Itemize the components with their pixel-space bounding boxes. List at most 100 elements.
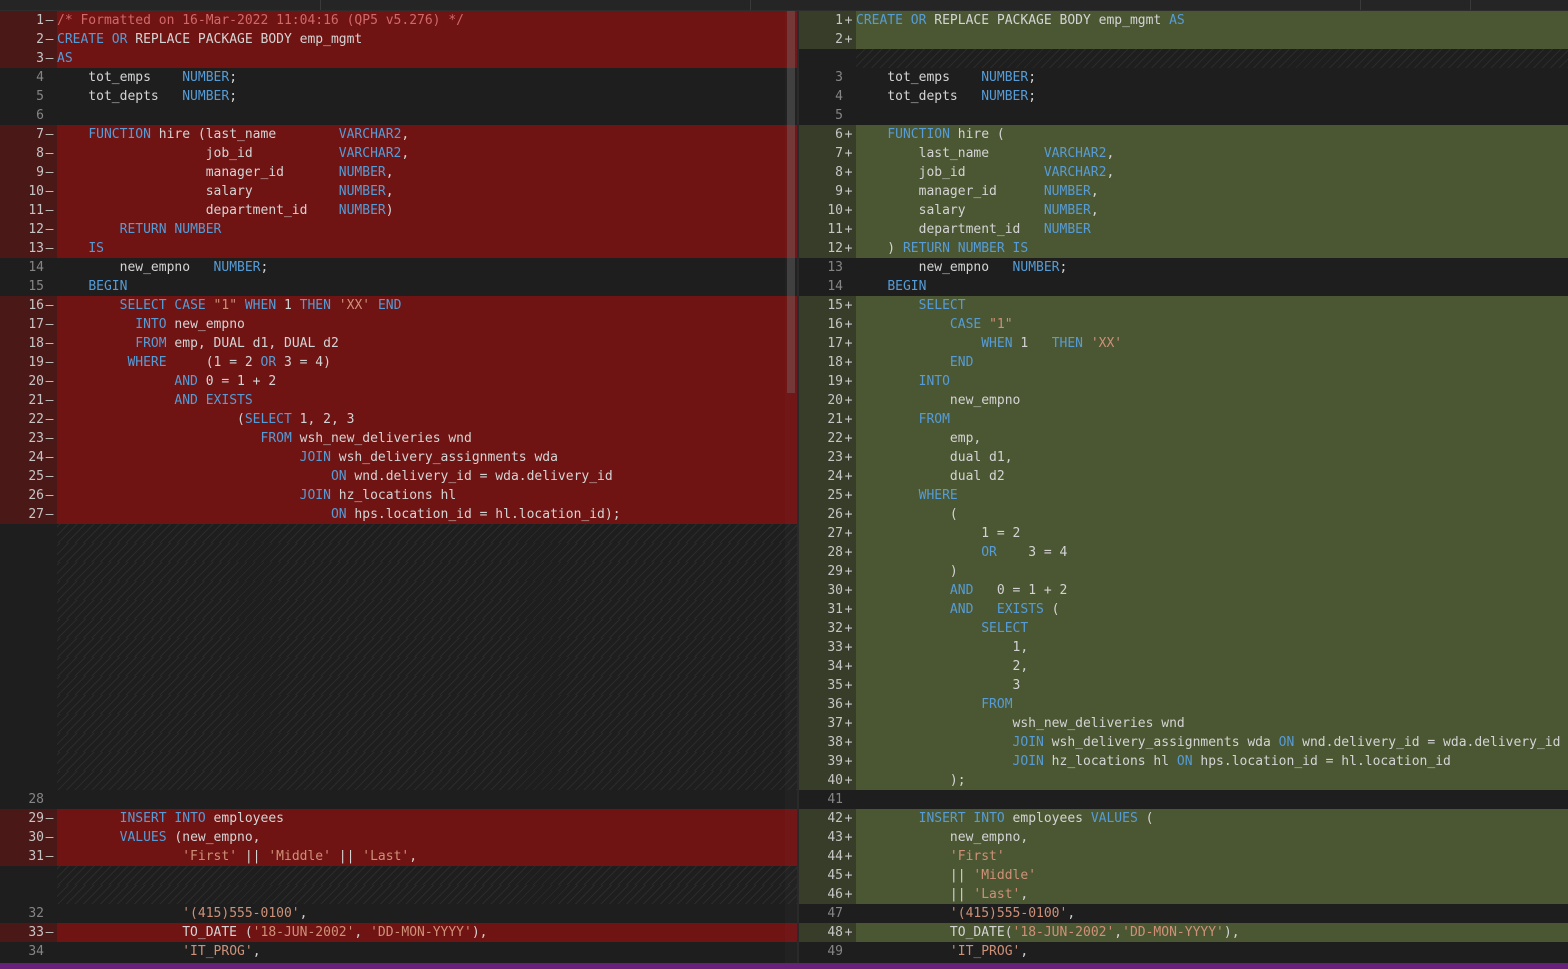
code-line[interactable]: 18 + END	[799, 353, 1568, 372]
code-line[interactable]: 14 new_empno NUMBER;	[0, 258, 797, 277]
code-line[interactable]: 35 + 3	[799, 676, 1568, 695]
code-line[interactable]: 32 '(415)555-0100',	[0, 904, 797, 923]
line-number: 17	[827, 336, 843, 351]
code-line[interactable]: 19— WHERE (1 = 2 OR 3 = 4)	[0, 353, 797, 372]
code-line[interactable]: 31— 'First' || 'Middle' || 'Last',	[0, 847, 797, 866]
code-line[interactable]: 39 + JOIN hz_locations hl ON hps.location…	[799, 752, 1568, 771]
code-line[interactable]: 7— FUNCTION hire (last_name VARCHAR2,	[0, 125, 797, 144]
line-number: 3	[36, 51, 44, 66]
code-line[interactable]: 21 + FROM	[799, 410, 1568, 429]
code-line[interactable]: 4 tot_depts NUMBER;	[799, 87, 1568, 106]
code-line[interactable]: 45 + || 'Middle'	[799, 866, 1568, 885]
code-line[interactable]: 40 + );	[799, 771, 1568, 790]
line-number: 26	[28, 488, 44, 503]
code-line[interactable]: 48 + TO_DATE('18-JUN-2002','DD-MON-YYYY')…	[799, 923, 1568, 942]
code-line[interactable]: 42 + INSERT INTO employees VALUES (	[799, 809, 1568, 828]
code-line[interactable]: 13— IS	[0, 239, 797, 258]
code-line[interactable]: 29— INSERT INTO employees	[0, 809, 797, 828]
code-line[interactable]: 47 '(415)555-0100',	[799, 904, 1568, 923]
code-line[interactable]: 27 + 1 = 2	[799, 524, 1568, 543]
tab-left-file-2[interactable]	[320, 0, 751, 10]
code-line[interactable]: 10— salary NUMBER,	[0, 182, 797, 201]
code-line[interactable]: 23 + dual d1,	[799, 448, 1568, 467]
code-line[interactable]: 25 + WHERE	[799, 486, 1568, 505]
code-line[interactable]: 17 + WHEN 1 THEN 'XX'	[799, 334, 1568, 353]
code-line[interactable]: 10 + salary NUMBER,	[799, 201, 1568, 220]
added-marker: +	[844, 526, 853, 541]
code-token: wsh_new_deliveries wnd	[291, 431, 472, 446]
code-line[interactable]: 34 'IT_PROG',	[0, 942, 797, 961]
code-line[interactable]: 26— JOIN hz_locations hl	[0, 486, 797, 505]
code-line[interactable]: 19 + INTO	[799, 372, 1568, 391]
code-line[interactable]: 32 + SELECT	[799, 619, 1568, 638]
code-line[interactable]: 1 + CREATE OR REPLACE PACKAGE BODY emp_mgm…	[799, 11, 1568, 30]
code-line[interactable]: 11 + department_id NUMBER	[799, 220, 1568, 239]
code-line[interactable]: 25— ON wnd.delivery_id = wda.delivery_id	[0, 467, 797, 486]
code-line[interactable]: 30— VALUES (new_empno,	[0, 828, 797, 847]
code-line[interactable]: 7 + last_name VARCHAR2,	[799, 144, 1568, 163]
code-line[interactable]: 8 + job_id VARCHAR2,	[799, 163, 1568, 182]
code-line[interactable]: 21— AND EXISTS	[0, 391, 797, 410]
code-line[interactable]: 2 +	[799, 30, 1568, 49]
code-line[interactable]: 23— FROM wsh_new_deliveries wnd	[0, 429, 797, 448]
code-line[interactable]: 49 'IT_PROG',	[799, 942, 1568, 961]
code-line[interactable]: 28	[0, 790, 797, 809]
code-line[interactable]: 1—/* Formatted on 16-Mar-2022 11:04:16 (…	[0, 11, 797, 30]
code-line[interactable]: 44 + 'First'	[799, 847, 1568, 866]
code-line[interactable]: 33 + 1,	[799, 638, 1568, 657]
code-line[interactable]: 26 + (	[799, 505, 1568, 524]
string-token: "1"	[989, 317, 1013, 332]
code-line[interactable]: 24— JOIN wsh_delivery_assignments wda	[0, 448, 797, 467]
code-line[interactable]: 13 new_empno NUMBER;	[799, 258, 1568, 277]
code-line[interactable]: 17— INTO new_empno	[0, 315, 797, 334]
code-line[interactable]: 3 tot_emps NUMBER;	[799, 68, 1568, 87]
code-line[interactable]: 15 + SELECT	[799, 296, 1568, 315]
code-line[interactable]: 28 + OR 3 = 4	[799, 543, 1568, 562]
code-line[interactable]: 36 + FROM	[799, 695, 1568, 714]
code-line[interactable]: 5	[799, 106, 1568, 125]
code-line[interactable]: 22 + emp,	[799, 429, 1568, 448]
code-line[interactable]: 16— SELECT CASE "1" WHEN 1 THEN 'XX' END	[0, 296, 797, 315]
diff-modified-pane[interactable]: 1 + CREATE OR REPLACE PACKAGE BODY emp_mgm…	[799, 11, 1568, 963]
code-line[interactable]: 29 + )	[799, 562, 1568, 581]
code-line[interactable]: 8— job_id VARCHAR2,	[0, 144, 797, 163]
diff-original-pane[interactable]: 1—/* Formatted on 16-Mar-2022 11:04:16 (…	[0, 11, 797, 963]
code-line[interactable]: 27— ON hps.location_id = hl.location_id)…	[0, 505, 797, 524]
code-line[interactable]: 24 + dual d2	[799, 467, 1568, 486]
code-line[interactable]: 3— AS	[0, 49, 797, 68]
code-line[interactable]: 33— TO_DATE ('18-JUN-2002', 'DD-MON-YYYY…	[0, 923, 797, 942]
code-line[interactable]: 9— manager_id NUMBER,	[0, 163, 797, 182]
code-line[interactable]: 41	[799, 790, 1568, 809]
diff-padding-line	[0, 714, 797, 733]
code-line[interactable]: 15 BEGIN	[0, 277, 797, 296]
tab-left-file[interactable]	[0, 0, 321, 10]
code-line[interactable]: 4 tot_emps NUMBER;	[0, 68, 797, 87]
code-line[interactable]: 38 + JOIN wsh_delivery_assignments wda ON…	[799, 733, 1568, 752]
code-line[interactable]: 43 + new_empno,	[799, 828, 1568, 847]
code-line[interactable]: 9 + manager_id NUMBER,	[799, 182, 1568, 201]
code-line[interactable]: 2— CREATE OR REPLACE PACKAGE BODY emp_mgm…	[0, 30, 797, 49]
code-line[interactable]: 37 + wsh_new_deliveries wnd	[799, 714, 1568, 733]
left-scrollbar-thumb[interactable]	[787, 11, 795, 393]
line-gutter: 24 +	[799, 467, 856, 486]
code-line[interactable]: 30 + AND 0 = 1 + 2	[799, 581, 1568, 600]
code-line[interactable]: 22— (SELECT 1, 2, 3	[0, 410, 797, 429]
code-line[interactable]: 18— FROM emp, DUAL d1, DUAL d2	[0, 334, 797, 353]
code-line[interactable]: 5 tot_depts NUMBER;	[0, 87, 797, 106]
code-line[interactable]: 31 + AND EXISTS (	[799, 600, 1568, 619]
code-line[interactable]: 46 + || 'Last',	[799, 885, 1568, 904]
code-line[interactable]: 16 + CASE "1"	[799, 315, 1568, 334]
code-line[interactable]: 12— RETURN NUMBER	[0, 220, 797, 239]
code-line[interactable]: 6	[0, 106, 797, 125]
code-line[interactable]: 11— department_id NUMBER)	[0, 201, 797, 220]
code-line[interactable]: 20— AND 0 = 1 + 2	[0, 372, 797, 391]
code-line[interactable]: 12 + ) RETURN NUMBER IS	[799, 239, 1568, 258]
code-line[interactable]: 34 + 2,	[799, 657, 1568, 676]
code-line[interactable]: 14 BEGIN	[799, 277, 1568, 296]
tab-right-file-2[interactable]	[1360, 0, 1471, 10]
code-line[interactable]: 20 + new_empno	[799, 391, 1568, 410]
code-line[interactable]: 6 + FUNCTION hire (	[799, 125, 1568, 144]
tab-right-file[interactable]	[860, 0, 1361, 10]
